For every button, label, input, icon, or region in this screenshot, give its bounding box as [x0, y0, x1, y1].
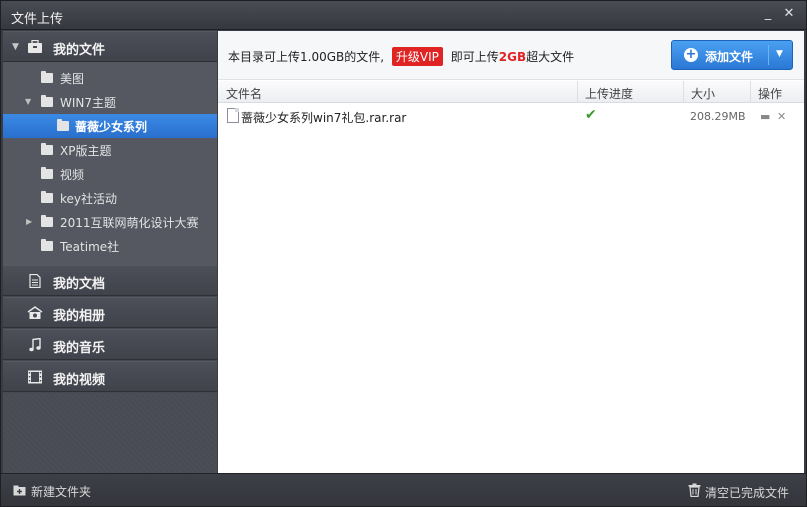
new-folder-button[interactable]: 新建文件夹 — [13, 483, 91, 500]
sidebar-empty-area — [3, 393, 217, 473]
tree-item-label: 2011互联网萌化设计大赛 — [60, 216, 199, 230]
tree-item-win7-theme[interactable]: ▼ WIN7主题 — [3, 90, 217, 114]
tree-item-label: 蔷薇少女系列 — [75, 120, 148, 134]
sidebar-section-my-music[interactable]: 我的音乐 — [3, 329, 217, 360]
album-icon — [27, 306, 43, 319]
column-divider — [750, 81, 751, 103]
sidebar-section-label: 我的视频 — [53, 373, 106, 388]
limit-text-after: 超大文件 — [526, 50, 575, 64]
upload-complete-check-icon: ✔ — [585, 107, 597, 123]
sidebar-section-label: 我的文档 — [53, 277, 106, 292]
main-panel: 本目录可上传1.00GB的文件, 升级VIP 即可上传2GB超大文件 + 添加文… — [218, 31, 804, 473]
sidebar-section-label: 我的音乐 — [53, 341, 106, 356]
folder-tree: 美图 ▼ WIN7主题 蔷薇少女系列 XP版主题 视频 key社活动 ▶ 201… — [3, 62, 217, 295]
film-icon — [28, 370, 42, 384]
file-icon — [227, 108, 239, 123]
tree-item-video[interactable]: 视频 — [3, 162, 217, 186]
sidebar-section-my-files[interactable]: ▼ 我的文件 — [3, 31, 217, 62]
folder-icon — [57, 119, 69, 131]
col-header-size[interactable]: 大小 — [691, 85, 715, 102]
clear-completed-label: 清空已完成文件 — [705, 486, 790, 500]
limit-text-before: 本目录可上传1.00GB的文件, — [228, 50, 385, 64]
tree-item-rose-girl-series[interactable]: 蔷薇少女系列 — [3, 114, 217, 138]
tree-item-label: key社活动 — [60, 192, 118, 206]
sidebar-section-label: 我的相册 — [53, 309, 106, 324]
tree-item-label: WIN7主题 — [60, 96, 117, 110]
col-header-filename[interactable]: 文件名 — [226, 85, 262, 102]
tree-item-xp-theme[interactable]: XP版主题 — [3, 138, 217, 162]
folder-icon — [41, 143, 53, 155]
tree-item-key-activity[interactable]: key社活动 — [3, 186, 217, 210]
col-header-progress[interactable]: 上传进度 — [585, 85, 633, 102]
sidebar-section-my-video[interactable]: 我的视频 — [3, 361, 217, 392]
tree-item-meitu[interactable]: 美图 — [3, 66, 217, 90]
minimize-button[interactable]: _ — [760, 6, 776, 22]
column-divider — [577, 81, 578, 103]
file-size: 208.29MB — [690, 110, 746, 123]
folder-icon — [41, 71, 53, 83]
sidebar-section-my-album[interactable]: 我的相册 — [3, 297, 217, 328]
limit-text-middle: 即可上传 — [450, 50, 499, 64]
folder-icon — [41, 95, 53, 107]
tree-item-label: XP版主题 — [60, 144, 112, 158]
collapse-arrow-icon[interactable]: ▼ — [12, 42, 19, 52]
folder-icon — [41, 191, 53, 203]
upgrade-vip-button[interactable]: 升级VIP — [391, 47, 443, 66]
briefcase-icon — [28, 40, 42, 53]
plus-circle-icon: + — [684, 47, 698, 62]
folder-icon — [41, 167, 53, 179]
tree-item-label: Teatime社 — [60, 240, 120, 254]
col-header-actions: 操作 — [758, 87, 783, 101]
document-icon — [29, 274, 41, 288]
limit-highlight: 2GB — [498, 50, 527, 64]
upload-window: 文件上传 _ ✕ ▼ 我的文件 美图 ▼ WIN7主题 蔷薇少女系列 XP版主题… — [0, 0, 807, 507]
open-folder-icon[interactable]: ▬ — [760, 110, 770, 123]
folder-icon — [41, 215, 53, 227]
tree-item-teatime[interactable]: Teatime社 — [3, 234, 217, 258]
sidebar: ▼ 我的文件 美图 ▼ WIN7主题 蔷薇少女系列 XP版主题 视频 key社活… — [3, 31, 217, 473]
expand-arrow-icon[interactable]: ▼ — [25, 97, 31, 106]
new-folder-label: 新建文件夹 — [31, 485, 92, 499]
music-note-icon — [29, 338, 41, 352]
upload-info-bar: 本目录可上传1.00GB的文件, 升级VIP 即可上传2GB超大文件 + 添加文… — [218, 31, 804, 80]
tree-item-design-contest[interactable]: ▶ 2011互联网萌化设计大赛 — [3, 210, 217, 234]
add-file-label: 添加文件 — [705, 50, 754, 64]
table-row[interactable]: 蔷薇少女系列win7礼包.rar.rar ✔ 208.29MB ▬ ✕ — [218, 106, 804, 130]
sidebar-section-my-documents[interactable]: 我的文档 — [3, 265, 217, 296]
upload-limit-text: 本目录可上传1.00GB的文件, 升级VIP 即可上传2GB超大文件 — [228, 47, 574, 66]
new-folder-icon — [13, 485, 26, 496]
button-divider — [768, 45, 769, 65]
title-bar: 文件上传 _ ✕ — [1, 1, 806, 30]
close-button[interactable]: ✕ — [781, 6, 797, 22]
file-name: 蔷薇少女系列win7礼包.rar.rar — [241, 111, 407, 125]
expand-arrow-icon[interactable]: ▶ — [26, 217, 32, 226]
dropdown-caret-icon[interactable]: ▼ — [776, 49, 783, 59]
folder-icon — [41, 239, 53, 251]
remove-icon[interactable]: ✕ — [777, 110, 786, 123]
column-divider — [683, 81, 684, 103]
sidebar-section-label: 我的文件 — [53, 43, 106, 58]
trash-icon — [688, 483, 701, 497]
tree-item-label: 视频 — [60, 168, 85, 182]
clear-completed-button[interactable]: 清空已完成文件 — [688, 483, 789, 501]
add-file-button[interactable]: + 添加文件 ▼ — [671, 40, 793, 70]
tree-item-label: 美图 — [60, 72, 85, 86]
file-table-header: 文件名 上传进度 大小 操作 — [218, 81, 804, 103]
window-title: 文件上传 — [11, 12, 64, 27]
footer-bar: 新建文件夹 清空已完成文件 — [1, 473, 806, 506]
